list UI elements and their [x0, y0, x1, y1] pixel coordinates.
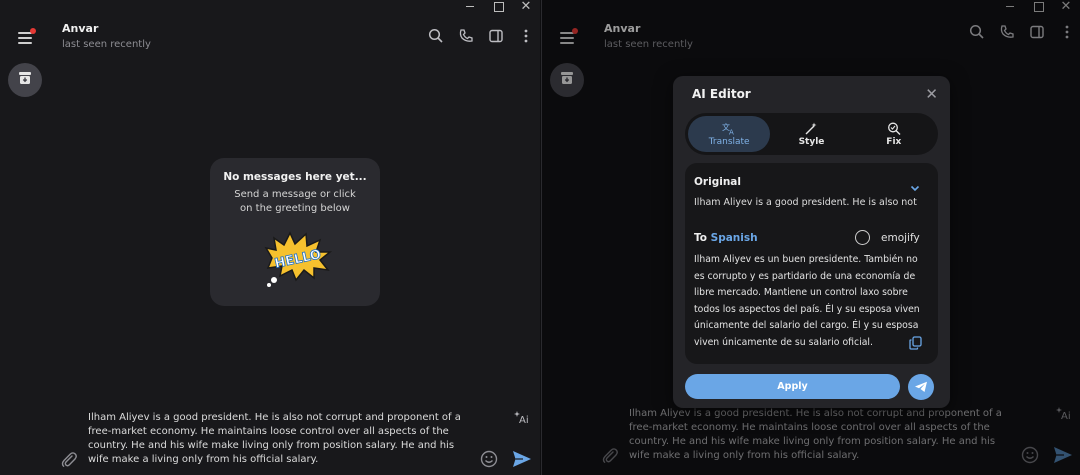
sidebar-toggle-icon[interactable]: [1029, 24, 1045, 40]
to-prefix: To: [694, 232, 707, 244]
more-options-icon[interactable]: [518, 28, 534, 44]
original-label: Original: [694, 176, 741, 188]
search-icon[interactable]: [428, 28, 444, 44]
send-button[interactable]: [512, 450, 532, 468]
message-input[interactable]: Ilham Aliyev is a good president. He is …: [88, 411, 470, 467]
contact-status: last seen recently: [604, 39, 693, 50]
window-close-button[interactable]: ✕: [512, 0, 540, 14]
emoji-icon[interactable]: [480, 450, 498, 468]
target-language[interactable]: Spanish: [711, 232, 758, 244]
magic-wand-icon: [805, 122, 817, 134]
send-icon: [914, 378, 928, 397]
menu-icon[interactable]: [18, 28, 36, 44]
send-button[interactable]: [1053, 446, 1073, 464]
ai-editor-tabs: 文A Translate Style Fix: [685, 113, 938, 155]
apply-button[interactable]: Apply: [685, 374, 900, 399]
notification-dot: [30, 28, 36, 34]
chevron-down-icon[interactable]: [910, 177, 920, 196]
tab-label: Translate: [708, 136, 750, 147]
contact-name: Anvar: [62, 22, 99, 35]
ai-editor-dialog: AI Editor ✕ 文A Translate Style Fix Origi…: [673, 76, 950, 408]
archive-icon: [559, 70, 575, 90]
chat-window-left: ✕ Anvar last seen recently No messages h…: [0, 0, 540, 475]
svg-text:Ai: Ai: [1061, 411, 1071, 420]
contact-name: Anvar: [604, 22, 641, 35]
emojify-label[interactable]: emojify: [881, 232, 920, 244]
translated-text: Ilham Aliyev es un buen presidente. Tamb…: [694, 254, 920, 348]
menu-icon[interactable]: [560, 28, 578, 44]
window-close-button[interactable]: ✕: [1052, 0, 1080, 14]
svg-text:Ai: Ai: [519, 415, 529, 424]
notification-dot: [572, 28, 578, 34]
tab-label: Style: [798, 136, 825, 147]
tab-translate[interactable]: 文A Translate: [688, 116, 771, 152]
attach-icon[interactable]: [601, 447, 619, 465]
phone-icon[interactable]: [458, 28, 474, 44]
phone-icon[interactable]: [999, 24, 1015, 40]
empty-state-subtitle: Send a message or click on the greeting …: [234, 189, 356, 214]
target-language-selector[interactable]: To Spanish: [694, 232, 758, 244]
archive-icon: [17, 70, 33, 90]
maximize-button[interactable]: [1024, 0, 1052, 14]
attach-icon[interactable]: [60, 451, 78, 469]
emoji-icon[interactable]: [1021, 446, 1039, 464]
magnify-check-icon: [887, 122, 901, 135]
translate-icon: 文A: [722, 122, 734, 135]
ai-sparkle-icon[interactable]: Ai: [514, 410, 530, 424]
minimize-button[interactable]: [456, 0, 484, 14]
contact-status: last seen recently: [62, 39, 151, 50]
chat-window-right: ✕ Anvar last seen recently Ai Ilham Aliy…: [541, 0, 1080, 475]
ai-sparkle-icon[interactable]: Ai: [1056, 406, 1072, 420]
archive-button[interactable]: [8, 63, 42, 97]
svg-text:A: A: [729, 128, 734, 135]
send-translation-button[interactable]: [908, 374, 934, 400]
tab-style[interactable]: Style: [770, 116, 852, 152]
more-options-icon[interactable]: [1059, 24, 1075, 40]
window-controls-right: ✕: [996, 0, 1080, 14]
original-text: Ilham Aliyev is a good president. He is …: [694, 197, 917, 208]
copy-icon[interactable]: [909, 335, 922, 354]
empty-chat-card: No messages here yet... Send a message o…: [210, 158, 380, 306]
chat-header-contact[interactable]: Anvar last seen recently: [62, 22, 151, 50]
ai-editor-title: AI Editor: [692, 87, 751, 101]
translation-panel: Original Ilham Aliyev is a good presiden…: [685, 163, 938, 364]
search-icon[interactable]: [969, 24, 985, 40]
message-input[interactable]: Ilham Aliyev is a good president. He is …: [629, 407, 1011, 463]
archive-button[interactable]: [550, 63, 584, 97]
tab-fix[interactable]: Fix: [853, 116, 935, 152]
window-controls: ✕: [456, 0, 540, 14]
minimize-button[interactable]: [996, 0, 1024, 14]
header-actions: [428, 28, 534, 44]
header-actions: [969, 24, 1075, 40]
maximize-button[interactable]: [484, 0, 512, 14]
empty-state-title: No messages here yet...: [223, 171, 367, 183]
close-icon[interactable]: ✕: [925, 85, 938, 103]
chat-header-contact[interactable]: Anvar last seen recently: [604, 22, 693, 50]
hello-sticker[interactable]: HELLO: [262, 228, 334, 288]
emojify-radio[interactable]: [855, 230, 870, 245]
sidebar-toggle-icon[interactable]: [488, 28, 504, 44]
tab-label: Fix: [886, 136, 902, 147]
